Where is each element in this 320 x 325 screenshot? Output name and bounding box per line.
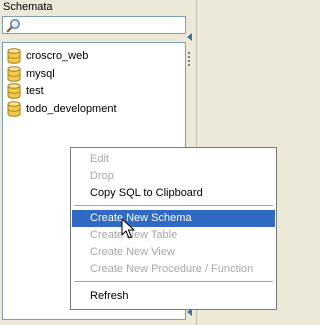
menu-item-refresh[interactable]: Refresh xyxy=(72,288,275,305)
search-icon xyxy=(6,18,21,33)
schema-label: croscro_web xyxy=(26,49,89,62)
pointer-cursor-icon xyxy=(121,218,135,239)
database-icon xyxy=(7,65,21,82)
schema-label: mysql xyxy=(26,67,55,80)
schema-label: todo_development xyxy=(26,102,117,115)
schema-item[interactable]: test xyxy=(7,82,44,99)
menu-item-create-new-schema[interactable]: Create New Schema xyxy=(72,210,275,227)
menu-item-drop[interactable]: Drop xyxy=(72,168,275,185)
menu-separator xyxy=(74,205,273,206)
search-box[interactable] xyxy=(2,16,186,34)
menu-item-edit[interactable]: Edit xyxy=(72,151,275,168)
database-icon xyxy=(7,100,21,117)
menu-item-copy-sql[interactable]: Copy SQL to Clipboard xyxy=(72,185,275,202)
context-menu: Edit Drop Copy SQL to Clipboard Create N… xyxy=(70,147,277,310)
schema-item[interactable]: mysql xyxy=(7,65,55,82)
database-icon xyxy=(7,82,21,99)
database-icon xyxy=(7,47,21,64)
menu-separator xyxy=(74,281,273,282)
schema-item[interactable]: todo_development xyxy=(7,100,117,117)
menu-item-create-new-view[interactable]: Create New View xyxy=(72,244,275,261)
schema-label: test xyxy=(26,84,44,97)
menu-item-create-new-table[interactable]: Create New Table xyxy=(72,227,275,244)
search-input[interactable] xyxy=(24,18,182,32)
collapse-arrow-icon[interactable] xyxy=(187,33,192,41)
menu-item-create-new-procedure[interactable]: Create New Procedure / Function xyxy=(72,261,275,278)
panel-title: Schemata xyxy=(3,1,53,13)
splitter-grip[interactable] xyxy=(188,52,191,68)
schema-item[interactable]: croscro_web xyxy=(7,47,88,64)
